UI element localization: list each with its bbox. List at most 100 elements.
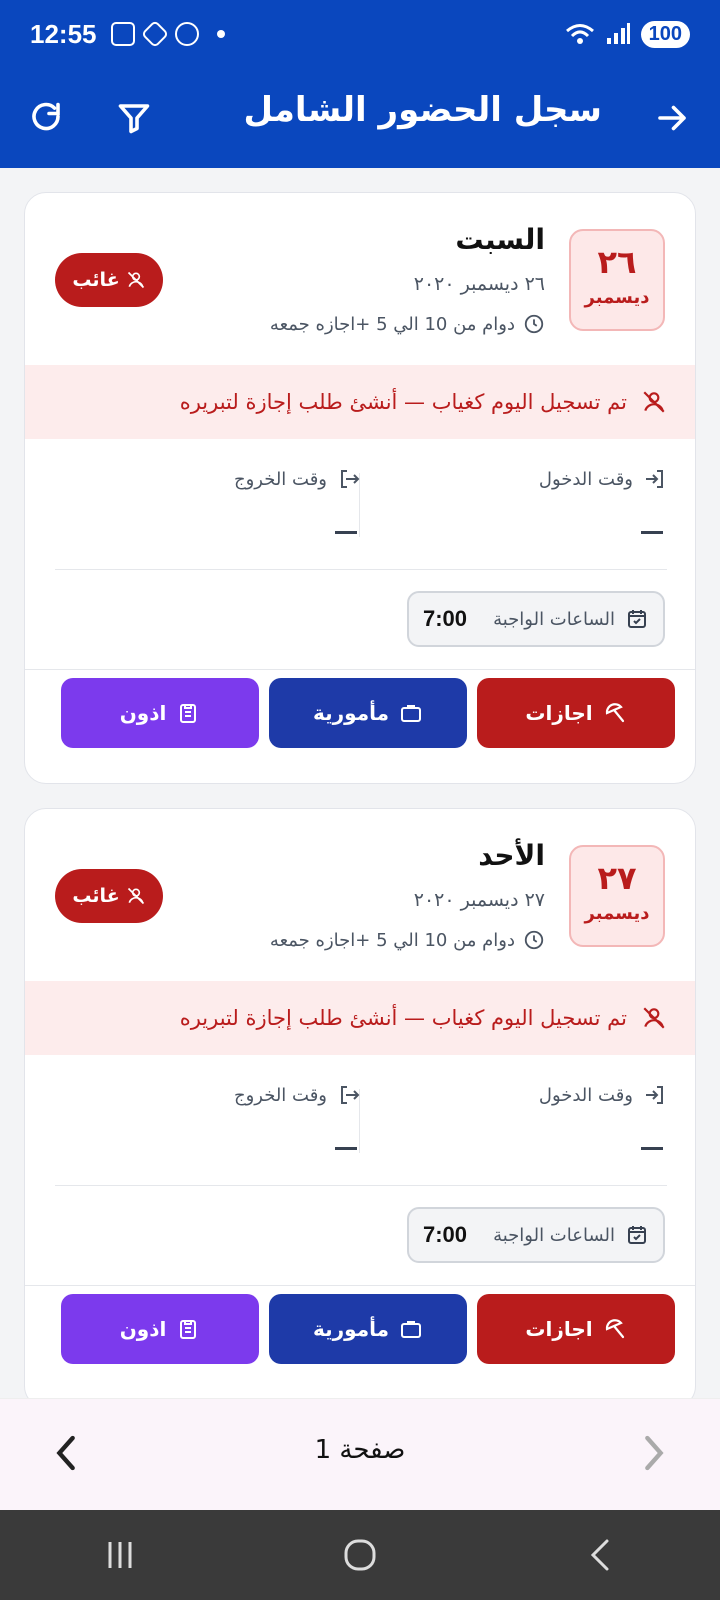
- mission-button[interactable]: مأمورية: [269, 678, 467, 748]
- signal-icon: [606, 23, 630, 44]
- clipboard-icon: [180, 1320, 197, 1339]
- briefcase-icon: [400, 1321, 421, 1338]
- day-number: ٢٦: [597, 243, 637, 281]
- app-bar: سجل الحضور الشامل: [0, 68, 720, 168]
- time-section: وقت الدخول وقت الخروج: [25, 439, 695, 571]
- badge-label: غائب: [72, 885, 120, 907]
- vacations-label: اجازات: [525, 1317, 593, 1341]
- check-out-value: [335, 531, 357, 534]
- date-box: ٢٦ ديسمبر: [569, 229, 665, 331]
- divider: [55, 569, 667, 570]
- full-date: ٢٧ ديسمبر ٢٠٢٠: [413, 889, 545, 911]
- logout-icon: [341, 1086, 360, 1104]
- required-hours-chip: الساعات الواجبة 7:00: [407, 1207, 665, 1263]
- calendar-check-icon: [628, 1226, 646, 1244]
- absence-alert: تم تسجيل اليوم كغياب — أنشئ طلب إجازة لت…: [25, 981, 695, 1055]
- alert-text: تم تسجيل اليوم كغياب — أنشئ طلب إجازة لت…: [179, 1006, 627, 1030]
- status-notification-icons: [110, 19, 225, 49]
- full-date: ٢٦ ديسمبر ٢٠٢٠: [413, 273, 545, 295]
- vacations-button[interactable]: اجازات: [477, 678, 675, 748]
- check-out-label: وقت الخروج: [233, 1084, 327, 1106]
- day-name: السبت: [455, 223, 545, 256]
- month-name: ديسمبر: [584, 287, 650, 308]
- clock-icon: [524, 930, 544, 950]
- mission-button[interactable]: مأمورية: [269, 1294, 467, 1364]
- back-arrow-icon[interactable]: [650, 96, 694, 140]
- screenshot-icon: [110, 22, 135, 46]
- user-off-icon: [643, 391, 665, 413]
- check-out-column: وقت الخروج: [61, 1083, 361, 1150]
- permissions-label: اذون: [119, 701, 167, 725]
- check-in-column: وقت الدخول: [367, 1083, 667, 1150]
- check-in-value: [641, 531, 663, 534]
- login-icon: [646, 470, 663, 488]
- accessibility-icon: [174, 22, 199, 46]
- shift-info: دوام من 10 الي 5 +اجازه جمعه: [270, 313, 545, 335]
- pagination-bar: صفحة 1: [0, 1398, 720, 1510]
- filter-icon[interactable]: [112, 96, 156, 140]
- page-title: سجل الحضور الشامل: [243, 90, 602, 130]
- page-label: صفحة 1: [314, 1435, 406, 1465]
- vacations-button[interactable]: اجازات: [477, 1294, 675, 1364]
- user-off-icon: [127, 271, 144, 289]
- wifi-icon: [565, 24, 594, 44]
- required-hours-value: 7:00: [423, 1222, 468, 1247]
- battery-level: 100: [640, 20, 690, 48]
- shift-text: دوام من 10 الي 5 +اجازه جمعه: [269, 313, 515, 335]
- vacations-label: اجازات: [525, 701, 593, 725]
- permissions-button[interactable]: اذون: [61, 678, 259, 748]
- system-nav-bar: [0, 1510, 720, 1600]
- clipboard-icon: [180, 704, 197, 723]
- check-in-label: وقت الدخول: [538, 1084, 633, 1106]
- required-hours-label: الساعات الواجبة: [493, 608, 615, 630]
- status-time: 12:55: [30, 18, 97, 49]
- month-name: ديسمبر: [584, 903, 650, 924]
- absent-badge: غائب: [55, 253, 163, 307]
- next-page-button[interactable]: [632, 1431, 676, 1475]
- user-off-icon: [643, 1007, 665, 1029]
- briefcase-icon: [400, 705, 421, 722]
- beach-umbrella-icon: [605, 703, 624, 723]
- permissions-label: اذون: [119, 1317, 167, 1341]
- app-notification-icon: [140, 19, 169, 49]
- mission-label: مأمورية: [313, 1317, 389, 1341]
- user-off-icon: [127, 887, 144, 905]
- permissions-button[interactable]: اذون: [61, 1294, 259, 1364]
- check-out-column: وقت الخروج: [61, 467, 361, 534]
- status-bar: 12:55 100: [0, 0, 720, 68]
- check-out-label: وقت الخروج: [233, 468, 327, 490]
- absence-alert: تم تسجيل اليوم كغياب — أنشئ طلب إجازة لت…: [25, 365, 695, 439]
- shift-text: دوام من 10 الي 5 +اجازه جمعه: [269, 929, 515, 951]
- home-icon[interactable]: [330, 1525, 390, 1585]
- required-hours-value: 7:00: [423, 606, 468, 631]
- beach-umbrella-icon: [605, 1319, 624, 1339]
- check-in-label: وقت الدخول: [538, 468, 633, 490]
- check-in-column: وقت الدخول: [367, 467, 667, 534]
- alert-text: تم تسجيل اليوم كغياب — أنشئ طلب إجازة لت…: [179, 390, 627, 414]
- mission-label: مأمورية: [313, 701, 389, 725]
- attendance-card: ٢٧ ديسمبر الأحد ٢٧ ديسمبر ٢٠٢٠ دوام من 1…: [24, 808, 696, 1398]
- refresh-icon[interactable]: [24, 96, 68, 140]
- day-number: ٢٧: [597, 859, 637, 897]
- action-bar: اجازات مأمورية اذون: [25, 669, 695, 783]
- date-box: ٢٧ ديسمبر: [569, 845, 665, 947]
- chevron-right-icon: [645, 1435, 664, 1471]
- more-notifications-dot: [216, 30, 225, 38]
- attendance-list[interactable]: ٢٦ ديسمبر السبت ٢٦ ديسمبر ٢٠٢٠ دوام من 1…: [0, 168, 720, 1398]
- system-back-icon[interactable]: [570, 1525, 630, 1585]
- recent-apps-icon[interactable]: [90, 1525, 150, 1585]
- shift-info: دوام من 10 الي 5 +اجازه جمعه: [270, 929, 545, 951]
- required-hours-chip: الساعات الواجبة 7:00: [407, 591, 665, 647]
- time-section: وقت الدخول وقت الخروج: [25, 1055, 695, 1187]
- divider: [55, 1185, 667, 1186]
- absent-badge: غائب: [55, 869, 163, 923]
- badge-label: غائب: [72, 269, 120, 291]
- calendar-check-icon: [628, 610, 646, 628]
- logout-icon: [341, 470, 360, 488]
- login-icon: [646, 1086, 663, 1104]
- required-hours-label: الساعات الواجبة: [493, 1224, 615, 1246]
- clock-icon: [524, 314, 544, 334]
- attendance-card: ٢٦ ديسمبر السبت ٢٦ ديسمبر ٢٠٢٠ دوام من 1…: [24, 192, 696, 784]
- action-bar: اجازات مأمورية اذون: [25, 1285, 695, 1398]
- day-name: الأحد: [478, 839, 545, 872]
